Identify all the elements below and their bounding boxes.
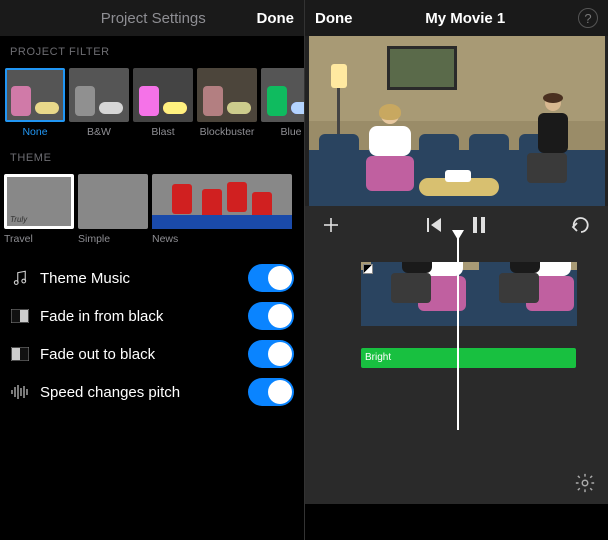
setting-label: Fade out to black [40, 346, 155, 363]
filter-blue[interactable]: Blue [260, 68, 304, 138]
setting-label: Fade in from black [40, 308, 163, 325]
fade-in-toggle[interactable] [248, 302, 294, 330]
setting-fade-in: Fade in from black [10, 297, 294, 335]
timeline[interactable]: Bright [305, 244, 608, 504]
setting-speed-pitch: Speed changes pitch [10, 373, 294, 411]
help-button[interactable]: ? [578, 8, 598, 28]
theme-music-toggle[interactable] [248, 264, 294, 292]
skip-back-button[interactable] [427, 217, 445, 233]
theme-label: News [152, 233, 292, 245]
filter-blast[interactable]: Blast [132, 68, 194, 138]
editor-navbar: Done My Movie 1 ? [305, 0, 608, 36]
filter-strip[interactable]: None B&W Blast Blockbuster Blue [0, 66, 304, 142]
theme-strip[interactable]: Travel Simple News News [0, 172, 304, 249]
video-clip[interactable] [469, 262, 577, 326]
theme-thumb-image [78, 174, 148, 229]
setting-theme-music: Theme Music [10, 259, 294, 297]
settings-list: Theme Music Fade in from black Fade out … [0, 249, 304, 411]
clip-start-marker [363, 264, 373, 274]
clip-thumb [469, 262, 577, 326]
settings-gear-button[interactable] [574, 472, 596, 494]
playhead[interactable] [457, 230, 459, 430]
filter-thumb-image [5, 68, 65, 122]
theme-label: Simple [78, 233, 148, 245]
speed-pitch-toggle[interactable] [248, 378, 294, 406]
preview-frame [309, 36, 605, 206]
filter-bw[interactable]: B&W [68, 68, 130, 138]
filter-none[interactable]: None [4, 68, 66, 138]
editor-done-button[interactable]: Done [315, 10, 353, 27]
add-media-button[interactable] [321, 215, 341, 235]
video-clip[interactable] [361, 262, 469, 326]
filter-thumb-image [69, 68, 129, 122]
filter-thumb-image [197, 68, 257, 122]
filter-label: Blast [151, 126, 174, 138]
clip-thumb [361, 262, 469, 326]
filter-label: None [22, 126, 47, 138]
project-settings-panel: Project Settings Done PROJECT FILTER Non… [0, 0, 304, 540]
theme-thumb-image [4, 174, 74, 229]
fade-out-icon [10, 344, 30, 364]
filter-label: Blue [280, 126, 301, 138]
filter-blockbuster[interactable]: Blockbuster [196, 68, 258, 138]
filter-thumb-image [261, 68, 304, 122]
done-button[interactable]: Done [257, 10, 295, 27]
editor-panel: Done My Movie 1 ? [304, 0, 608, 540]
movie-title: My Movie 1 [425, 10, 505, 27]
audio-clip-label: Bright [365, 352, 391, 363]
music-note-icon [10, 268, 30, 288]
audio-clip[interactable]: Bright [361, 348, 576, 368]
setting-label: Speed changes pitch [40, 384, 180, 401]
help-icon: ? [584, 11, 591, 26]
project-filter-header: PROJECT FILTER [0, 36, 304, 66]
fade-out-toggle[interactable] [248, 340, 294, 368]
theme-header: THEME [0, 142, 304, 172]
news-badge: News [268, 219, 288, 228]
filter-thumb-image [133, 68, 193, 122]
filter-label: Blockbuster [200, 126, 255, 138]
theme-thumb-image: News [152, 174, 292, 229]
theme-travel[interactable]: Travel [4, 174, 74, 245]
video-preview[interactable] [305, 36, 608, 206]
undo-button[interactable] [570, 217, 592, 233]
settings-title: Project Settings [101, 10, 206, 27]
theme-simple[interactable]: Simple [78, 174, 148, 245]
waveform-icon [10, 382, 30, 402]
filter-label: B&W [87, 126, 111, 138]
theme-label: Travel [4, 233, 74, 245]
setting-label: Theme Music [40, 270, 130, 287]
pause-button[interactable] [471, 216, 487, 234]
theme-news[interactable]: News News [152, 174, 292, 245]
fade-in-icon [10, 306, 30, 326]
setting-fade-out: Fade out to black [10, 335, 294, 373]
settings-navbar: Project Settings Done [0, 0, 304, 36]
